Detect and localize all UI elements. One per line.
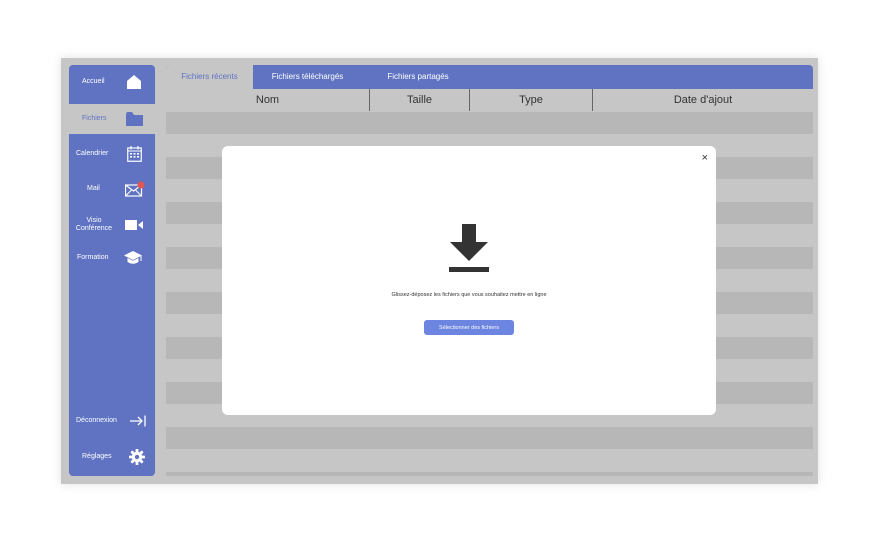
sidebar-item-fichiers[interactable]: Fichiers bbox=[69, 104, 155, 134]
column-header-nom[interactable]: Nom bbox=[166, 89, 369, 111]
logout-icon bbox=[130, 415, 146, 427]
column-header-taille[interactable]: Taille bbox=[370, 89, 469, 111]
table-row bbox=[166, 112, 813, 134]
sidebar-item-calendrier[interactable]: Calendrier bbox=[69, 139, 155, 169]
settings-button[interactable]: Réglages bbox=[69, 442, 155, 472]
video-camera-icon bbox=[125, 220, 143, 230]
folder-icon bbox=[126, 112, 143, 126]
notification-dot bbox=[137, 181, 145, 189]
sidebar-item-mail[interactable]: Mail bbox=[69, 174, 155, 204]
download-icon bbox=[449, 224, 489, 272]
sidebar-item-label: Formation bbox=[77, 254, 109, 261]
home-icon bbox=[127, 75, 141, 89]
settings-label: Réglages bbox=[82, 453, 112, 460]
mail-icon bbox=[125, 181, 145, 197]
sidebar: Accueil Fichiers Calendrier Mail Visio C… bbox=[69, 65, 155, 476]
tab-fichiers-recents[interactable]: Fichiers récents bbox=[166, 65, 253, 89]
dropzone-instructions: Glissez-déposez les fichiers que vous so… bbox=[391, 292, 547, 298]
sidebar-item-formation[interactable]: Formation bbox=[69, 243, 155, 273]
sidebar-item-label: Visio Conférence bbox=[75, 217, 113, 232]
sidebar-item-accueil[interactable]: Accueil bbox=[69, 67, 155, 97]
select-files-button[interactable]: Sélectionner des fichiers bbox=[424, 320, 514, 335]
close-icon[interactable]: × bbox=[702, 152, 708, 164]
column-header-type[interactable]: Type bbox=[470, 89, 592, 111]
logout-label: Déconnexion bbox=[76, 417, 117, 424]
sidebar-item-label: Fichiers bbox=[82, 115, 107, 122]
tab-fichiers-telecharges[interactable]: Fichiers téléchargés bbox=[260, 65, 355, 89]
sidebar-item-label: Mail bbox=[87, 185, 100, 192]
logout-button[interactable]: Déconnexion bbox=[69, 406, 155, 436]
sidebar-item-visio-conference[interactable]: Visio Conférence bbox=[69, 210, 155, 240]
graduation-cap-icon bbox=[124, 251, 142, 264]
gear-icon bbox=[129, 449, 145, 465]
tab-fichiers-partages[interactable]: Fichiers partagés bbox=[372, 65, 464, 89]
calendar-icon bbox=[127, 146, 142, 162]
sidebar-item-label: Calendrier bbox=[76, 150, 109, 157]
table-header: Nom Taille Type Date d'ajout bbox=[166, 89, 813, 111]
file-tabs: Fichiers récents Fichiers téléchargés Fi… bbox=[166, 65, 813, 89]
sidebar-item-label: Accueil bbox=[82, 78, 105, 85]
upload-modal: × Glissez-déposez les fichiers que vous … bbox=[222, 146, 716, 415]
table-row bbox=[166, 427, 813, 449]
column-header-date-ajout[interactable]: Date d'ajout bbox=[593, 89, 813, 111]
table-row bbox=[166, 472, 813, 476]
